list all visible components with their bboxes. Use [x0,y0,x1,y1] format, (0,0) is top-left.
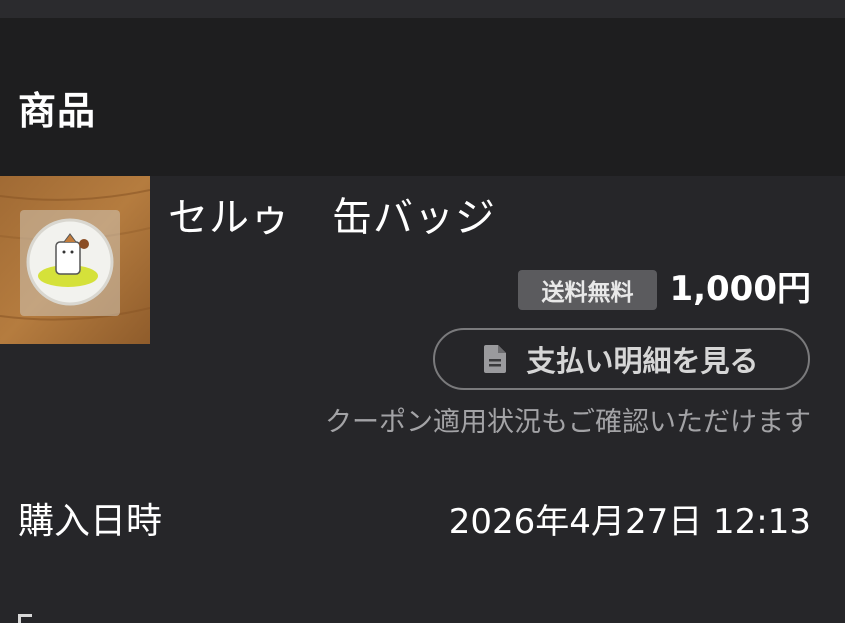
top-strip [0,0,845,18]
product-price: 1,000円 [669,269,811,309]
next-row-fragment [18,614,32,623]
coupon-status-note: クーポン適用状況もご確認いただけます [325,407,811,438]
can-badge-photo-icon [0,176,150,344]
purchase-date-label: 購入日時 [18,501,163,542]
document-icon [484,345,507,373]
product-thumbnail[interactable] [0,176,150,344]
section-title: 商品 [18,89,97,133]
product-name[interactable]: セルゥ 缶バッジ [168,198,496,238]
purchase-date-value: 2026年4月27日 12:13 [448,502,811,542]
view-payment-details-label: 支払い明細を見る [526,344,759,378]
view-payment-details-button[interactable]: 支払い明細を見る [433,328,810,390]
section-header [0,18,845,176]
free-shipping-badge: 送料無料 [518,270,657,310]
